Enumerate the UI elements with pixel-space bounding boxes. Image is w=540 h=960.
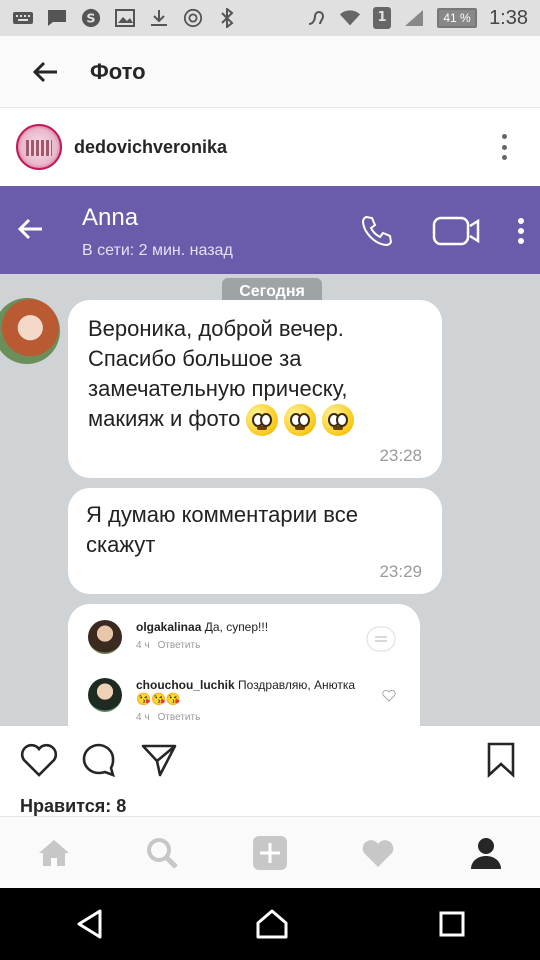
comment-row: olgakalinaa Да, супер!!! 4 ч Ответить <box>88 620 268 654</box>
sim-indicator: 1 <box>373 7 392 29</box>
nav-back-icon[interactable] <box>74 908 106 940</box>
chat-back-arrow-icon <box>17 218 42 240</box>
tab-profile[interactable] <box>456 823 516 883</box>
chat-header: Anna В сети: 2 мин. назад <box>0 186 540 274</box>
search-icon <box>147 837 178 869</box>
video-camera-icon <box>432 216 480 246</box>
back-button[interactable] <box>0 36 90 108</box>
comment-username: olgakalinaa <box>136 620 202 634</box>
home-icon <box>39 839 69 866</box>
likes-count[interactable]: Нравится: 8 <box>20 796 126 817</box>
post-actions <box>0 726 540 796</box>
chat-more-icon <box>518 218 524 244</box>
message-text: Я думаю комментарии все скажут <box>86 502 358 557</box>
image-icon <box>115 9 135 27</box>
message-icon <box>48 10 66 26</box>
system-nav-bar <box>0 888 540 960</box>
page-title: Фото <box>90 58 146 84</box>
message-bubble: Я думаю комментарии все скажут 23:29 <box>68 488 442 594</box>
skype-icon: S <box>81 8 101 28</box>
battery-indicator: 41 % <box>437 8 478 28</box>
tab-add[interactable] <box>240 823 300 883</box>
author-username[interactable]: dedovichveronika <box>74 137 227 158</box>
message-bubble: Вероника, доброй вечер. Спасибо большое … <box>68 300 442 478</box>
tab-search[interactable] <box>132 823 192 883</box>
tab-activity[interactable] <box>348 823 408 883</box>
comment-row: chouchou_luchik Поздравляю, Анютка 😘😘😘 4… <box>88 678 356 723</box>
comment-age: 4 ч <box>136 640 150 651</box>
keyboard-icon <box>13 12 33 24</box>
translate-icon <box>366 626 396 652</box>
contact-avatar <box>0 298 60 364</box>
status-bar: S 1 41 % 1:38 <box>0 0 540 36</box>
add-post-icon <box>253 835 287 870</box>
nav-home-icon[interactable] <box>255 908 289 940</box>
emoji-icon <box>246 404 279 437</box>
emoji-icon <box>322 404 355 437</box>
author-avatar[interactable] <box>16 124 62 170</box>
svg-text:S: S <box>86 11 95 26</box>
emoji-icon <box>284 404 317 437</box>
chat-contact-name: Anna <box>82 204 139 231</box>
bottom-tab-bar <box>0 816 540 888</box>
bluetooth-off-icon <box>221 8 234 28</box>
bookmark-icon[interactable] <box>486 742 516 778</box>
phone-icon <box>361 215 393 247</box>
post-photo[interactable]: Anna В сети: 2 мин. назад Сегодня Верони… <box>0 186 540 726</box>
heart-filled-icon <box>362 839 394 867</box>
top-bar: Фото <box>0 36 540 108</box>
accessibility-icon <box>308 11 325 25</box>
comment-username: chouchou_luchik <box>136 678 235 692</box>
heart-icon <box>382 690 396 702</box>
commenter-avatar <box>88 678 122 712</box>
comment-age: 4 ч <box>136 712 150 723</box>
post-header: dedovichveronika <box>0 108 540 186</box>
profile-icon <box>471 837 501 869</box>
back-arrow-icon <box>32 61 57 82</box>
chat-contact-status: В сети: 2 мин. назад <box>82 242 233 259</box>
shared-screenshot: olgakalinaa Да, супер!!! 4 ч Ответить cho… <box>68 604 420 726</box>
comment-text: Да, супер!!! <box>204 620 269 634</box>
comment-icon[interactable] <box>80 742 118 778</box>
more-options-icon[interactable] <box>502 134 508 160</box>
commenter-avatar <box>88 620 122 654</box>
comment-reply: Ответить <box>157 640 201 651</box>
message-time: 23:29 <box>379 562 422 581</box>
wifi-icon <box>339 10 361 26</box>
at-sign-icon <box>183 8 203 28</box>
download-icon <box>151 10 167 26</box>
like-heart-icon[interactable] <box>20 742 58 778</box>
signal-icon <box>405 10 424 26</box>
clock: 1:38 <box>489 6 528 29</box>
tab-home[interactable] <box>24 823 84 883</box>
nav-recents-icon[interactable] <box>438 910 466 938</box>
comment-reply: Ответить <box>157 712 201 723</box>
share-icon[interactable] <box>140 742 178 778</box>
message-time: 23:28 <box>379 446 422 465</box>
